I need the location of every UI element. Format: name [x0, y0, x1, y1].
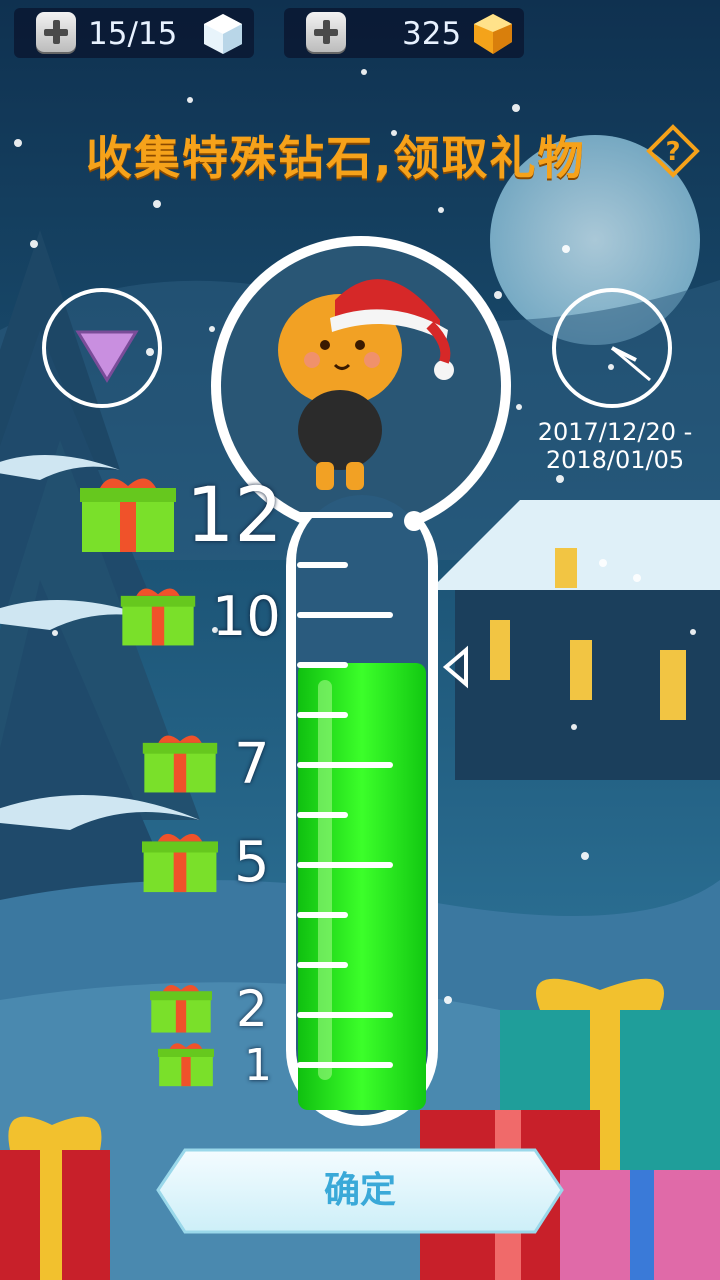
gems-value: 325 [402, 16, 462, 52]
milestone-label-2: 2 [236, 980, 268, 1038]
gift-box-icon[interactable] [150, 982, 212, 1034]
milestone-label-12: 12 [186, 470, 283, 559]
lives-value: 15/15 [88, 16, 178, 52]
gift-box-icon[interactable] [142, 830, 218, 894]
add-lives-button[interactable] [36, 12, 76, 52]
milestone-label-1: 1 [244, 1040, 272, 1091]
confirm-button[interactable]: 确定 [158, 1150, 562, 1232]
svg-text:?: ? [665, 137, 680, 167]
confirm-button-label: 确定 [323, 1170, 396, 1211]
event-start-date: 2017/12/20 - [537, 418, 693, 446]
ice-cube-icon [204, 14, 242, 54]
lives-counter: 15/15 [14, 8, 254, 58]
gift-box-icon[interactable] [158, 1040, 214, 1088]
milestone-label-10: 10 [212, 585, 281, 648]
game-scene [0, 0, 720, 1280]
presents-bottom-left [0, 1116, 110, 1280]
add-gems-button[interactable] [306, 12, 346, 52]
progress-liquid [298, 663, 426, 1110]
gems-counter: 325 [284, 8, 524, 58]
help-icon[interactable]: ? [646, 124, 700, 178]
milestone-label-7: 7 [234, 732, 270, 797]
gift-box-icon[interactable] [80, 474, 176, 554]
event-timer-frame [552, 288, 672, 408]
gold-gem-icon [474, 14, 512, 54]
gift-box-icon[interactable] [120, 585, 196, 647]
event-date-range: 2017/12/20 - 2018/01/05 [530, 418, 700, 474]
event-end-date: 2018/01/05 [545, 446, 685, 474]
special-gem-frame [42, 288, 162, 408]
gift-box-icon[interactable] [142, 732, 218, 794]
milestone-label-5: 5 [234, 830, 270, 895]
page-title: 收集特殊钻石,领取礼物 [86, 131, 586, 185]
